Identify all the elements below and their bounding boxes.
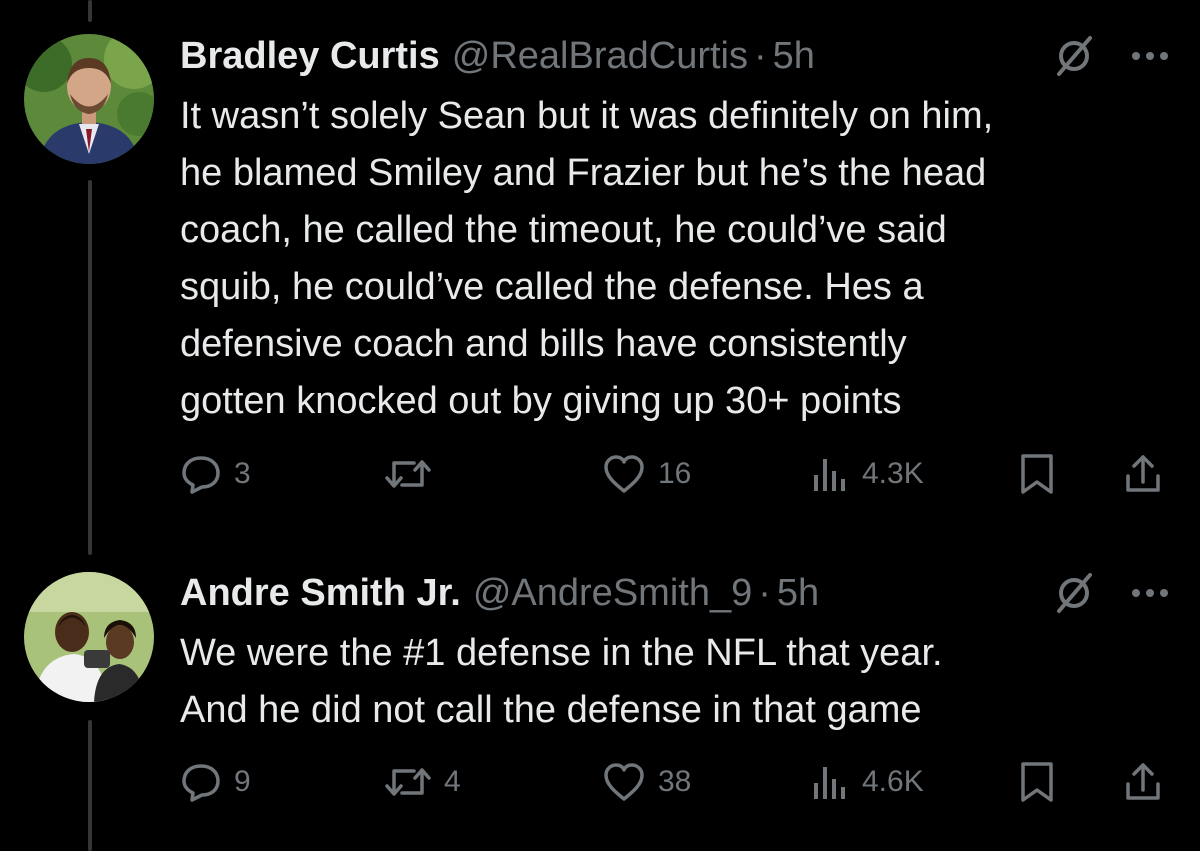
more-icon[interactable] [1130,587,1170,599]
author-name[interactable]: Bradley Curtis [180,35,440,78]
tweet-text-line: coach, he called the timeout, he could’v… [180,209,947,251]
tweet-text-line: It wasn’t solely Sean but it was definit… [180,95,994,137]
author-handle[interactable]: @AndreSmith_9 [473,572,752,615]
author-name[interactable]: Andre Smith Jr. [180,572,461,615]
share-button[interactable] [1123,757,1163,807]
separator-dot: · [753,34,767,77]
views-button[interactable]: 4.3K [810,449,924,499]
repost-icon [385,460,431,488]
reply-icon [182,456,220,494]
like-icon [604,763,644,801]
separator-dot: · [758,571,771,614]
like-count: 16 [658,457,692,490]
timestamp[interactable]: 5h [773,35,815,78]
views-count: 4.6K [862,765,924,798]
share-icon [1126,763,1160,800]
avatar[interactable] [24,34,154,164]
bookmark-button[interactable] [1018,757,1056,807]
reply-button[interactable]: 3 [180,449,251,499]
tweet-text-line: And he did not call the defense in that … [180,689,922,731]
share-icon [1126,455,1160,492]
tweet-text: It wasn’t solely Sean but it was definit… [180,88,1170,430]
tweet-andre-smith[interactable]: Andre Smith Jr. @AndreSmith_9 · 5h We we… [0,540,1200,851]
repost-icon [385,768,431,796]
grok-icon[interactable] [1052,571,1096,615]
timestamp[interactable]: 5h [777,572,819,615]
avatar[interactable] [24,572,154,702]
more-icon[interactable] [1130,50,1170,62]
author-handle[interactable]: @RealBradCurtis [452,35,748,78]
bookmark-icon [1021,762,1053,802]
tweet-text: We were the #1 defense in the NFL that y… [180,625,1170,739]
views-icon [814,767,845,799]
tweet-text-line: he blamed Smiley and Frazier but he’s th… [180,152,987,194]
views-button[interactable]: 4.6K [810,757,924,807]
bookmark-icon [1021,454,1053,494]
grok-icon[interactable] [1052,34,1096,78]
bookmark-button[interactable] [1018,449,1056,499]
tweet-bradley-curtis[interactable]: Bradley Curtis @RealBradCurtis · 5h It w… [0,0,1200,540]
repost-button[interactable]: 4 [384,757,461,807]
repost-button[interactable] [384,449,444,499]
tweet-text-line: gotten knocked out by giving up 30+ poin… [180,380,902,422]
reply-count: 9 [234,765,251,798]
action-bar: 3 16 4.3K [180,449,1170,499]
tweet-text-line: squib, he could’ve called the defense. H… [180,266,924,308]
tweet-text-line: defensive coach and bills have consisten… [180,323,907,365]
reply-button[interactable]: 9 [180,757,251,807]
like-count: 38 [658,765,692,798]
like-button[interactable]: 16 [602,449,691,499]
share-button[interactable] [1123,449,1163,499]
views-icon [814,459,845,491]
tweet-text-line: We were the #1 defense in the NFL that y… [180,632,943,674]
like-icon [604,455,644,493]
like-button[interactable]: 38 [602,757,691,807]
repost-count: 4 [444,765,461,798]
views-count: 4.3K [862,457,924,490]
action-bar: 9 4 38 4.6K [180,757,1170,807]
reply-icon [182,764,220,802]
reply-count: 3 [234,457,251,490]
